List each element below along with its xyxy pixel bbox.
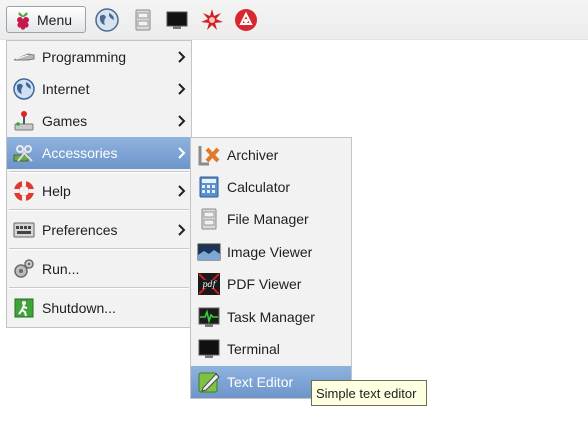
terminal-icon [198, 339, 220, 358]
submenu-item-pdf-viewer[interactable]: pdf PDF Viewer [191, 268, 351, 300]
accessories-icon [13, 145, 33, 162]
games-icon [14, 111, 34, 131]
menu-item-label: Programming [42, 49, 127, 65]
menu-item-accessories[interactable]: Accessories [7, 137, 191, 169]
raspberry-icon [17, 11, 29, 30]
accessories-submenu: Archiver Calculator File Manager Image V… [190, 137, 352, 399]
menu-item-programming[interactable]: Programming [7, 41, 191, 73]
submenu-item-label: Task Manager [227, 309, 315, 325]
submenu-item-terminal[interactable]: Terminal [191, 333, 351, 365]
calculator-icon [199, 176, 219, 198]
menu-item-label: Help [42, 183, 71, 199]
pdf-viewer-icon: pdf [198, 273, 220, 295]
menu-item-label: Run... [42, 261, 80, 277]
chevron-right-icon [178, 115, 186, 127]
task-manager-icon [198, 307, 220, 327]
chevron-right-icon [178, 51, 186, 63]
submenu-item-label: Archiver [227, 147, 279, 163]
preferences-icon [13, 222, 35, 238]
submenu-item-label: File Manager [227, 211, 309, 227]
menu-item-label: Internet [42, 81, 90, 97]
programming-icon [13, 53, 35, 61]
archiver-icon [198, 146, 220, 166]
submenu-item-label: PDF Viewer [227, 276, 302, 292]
file-manager-icon[interactable] [130, 7, 156, 33]
submenu-item-file-manager[interactable]: File Manager [191, 203, 351, 235]
chevron-right-icon [178, 147, 186, 159]
menu-button-label: Menu [37, 11, 73, 28]
menu-item-run[interactable]: Run... [7, 253, 191, 285]
svg-text:pdf: pdf [202, 280, 217, 289]
menu-item-preferences[interactable]: Preferences [7, 214, 191, 246]
menu-item-shutdown[interactable]: Shutdown... [7, 292, 191, 324]
chevron-right-icon [178, 224, 186, 236]
terminal-icon[interactable] [164, 7, 190, 33]
menu-item-internet[interactable]: Internet [7, 73, 191, 105]
submenu-item-image-viewer[interactable]: Image Viewer [191, 236, 351, 268]
menu-item-label: Accessories [42, 145, 118, 161]
submenu-item-task-manager[interactable]: Task Manager [191, 301, 351, 333]
shutdown-icon [14, 298, 34, 318]
tooltip: Simple text editor [311, 380, 427, 406]
web-browser-icon[interactable] [94, 7, 120, 33]
image-viewer-icon [197, 243, 221, 261]
text-editor-icon [198, 372, 220, 393]
menu-item-label: Preferences [42, 222, 118, 238]
menu-separator [9, 171, 189, 173]
submenu-item-label: Calculator [227, 179, 291, 195]
internet-icon [13, 78, 35, 100]
menu-separator [9, 209, 189, 211]
menu-separator [9, 287, 189, 289]
menu-item-label: Games [42, 113, 88, 129]
submenu-item-label: Image Viewer [227, 244, 313, 260]
menu-item-help[interactable]: Help [7, 175, 191, 207]
wolfram-icon[interactable] [233, 7, 259, 33]
submenu-item-label: Text Editor [227, 374, 294, 390]
main-menu: Programming Internet Games Accessories H… [6, 40, 192, 328]
menu-separator [9, 248, 189, 250]
burst-icon[interactable] [199, 7, 225, 33]
submenu-item-calculator[interactable]: Calculator [191, 171, 351, 203]
help-icon [14, 181, 34, 201]
chevron-right-icon [178, 185, 186, 197]
menu-button[interactable]: Menu [6, 6, 86, 33]
run-icon [14, 259, 34, 278]
menu-item-games[interactable]: Games [7, 105, 191, 137]
file-manager-icon [201, 208, 217, 230]
chevron-right-icon [178, 83, 186, 95]
taskbar: Menu [0, 0, 588, 40]
menu-item-label: Shutdown... [42, 300, 116, 316]
submenu-item-label: Terminal [227, 341, 280, 357]
submenu-item-archiver[interactable]: Archiver [191, 139, 351, 171]
